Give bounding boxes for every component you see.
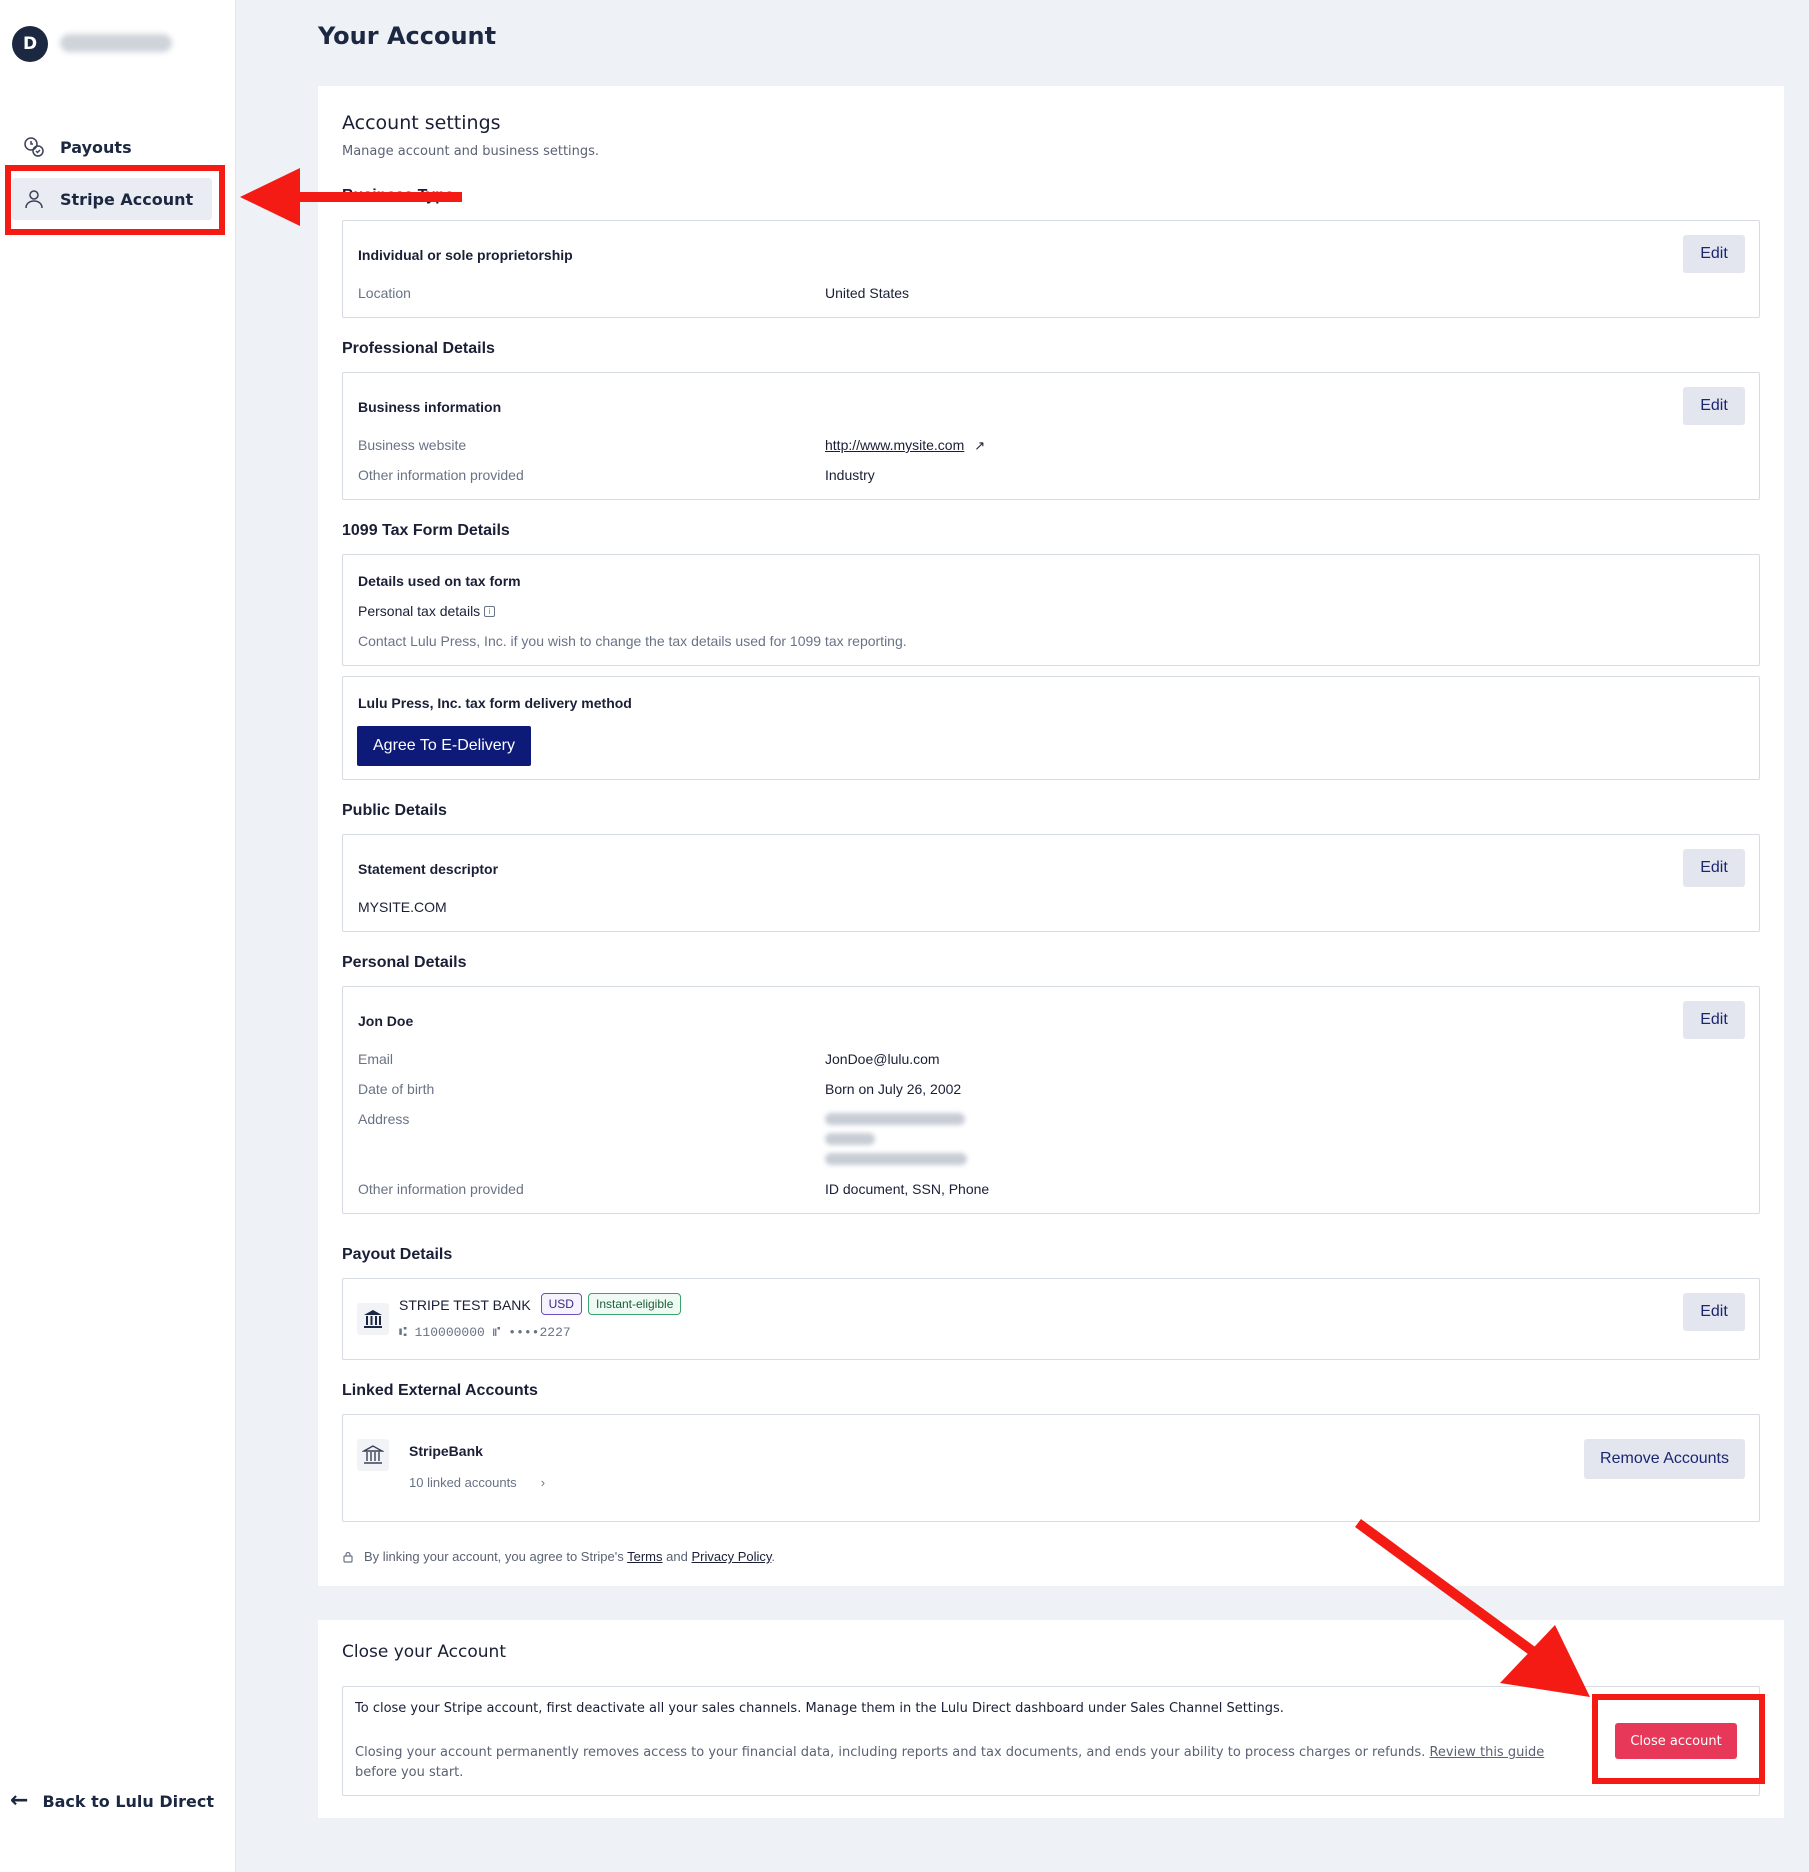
account-settings-title: Account settings	[342, 112, 501, 134]
routing-number: 110000000	[414, 1325, 485, 1340]
tax-delivery-title: Lulu Press, Inc. tax form delivery metho…	[358, 695, 632, 711]
user-name-redacted	[60, 34, 172, 52]
personal-details-heading: Personal Details	[342, 954, 467, 971]
routing-icon: ⑆	[399, 1325, 407, 1340]
avatar[interactable]: D	[12, 26, 48, 62]
personal-tax-details: Personal tax details i	[358, 603, 496, 619]
payout-details-heading: Payout Details	[342, 1246, 453, 1263]
sidebar-item-label: Payouts	[60, 137, 132, 157]
personal-details-card: Jon Doe Edit Email JonDoe@lulu.com Date …	[342, 986, 1760, 1214]
edit-payout-details-button[interactable]: Edit	[1683, 1293, 1745, 1331]
address-line-redacted	[825, 1133, 875, 1145]
public-details-heading: Public Details	[342, 802, 447, 819]
linking-legal-text: By linking your account, you agree to St…	[342, 1549, 775, 1564]
address-line-redacted	[825, 1153, 967, 1165]
linked-accounts-toggle[interactable]: 10 linked accounts ›	[409, 1475, 545, 1490]
professional-details-heading: Professional Details	[342, 340, 495, 357]
arrow-left-icon: ←	[10, 1788, 29, 1813]
public-details-card: Statement descriptor Edit MYSITE.COM	[342, 834, 1760, 932]
review-guide-link[interactable]: Review this guide	[1429, 1745, 1544, 1760]
payout-account-numbers: ⑆ 110000000 ⑈ ••••2227	[399, 1325, 571, 1340]
annotation-arrow-left-icon	[240, 168, 462, 226]
edit-business-type-button[interactable]: Edit	[1683, 235, 1745, 273]
linked-bank-name: StripeBank	[409, 1443, 483, 1459]
tax-details-card: Details used on tax form Personal tax de…	[342, 554, 1760, 666]
personal-other-value: ID document, SSN, Phone	[825, 1181, 990, 1197]
annotation-arrow-down-right-icon	[1355, 1518, 1590, 1697]
payout-details-card: STRIPE TEST BANK USD Instant-eligible ⑆ 1…	[342, 1278, 1760, 1360]
location-label: Location	[358, 285, 411, 301]
lock-icon	[343, 1551, 353, 1563]
dob-label: Date of birth	[358, 1081, 435, 1097]
legal-prefix: By linking your account, you agree to St…	[364, 1549, 624, 1564]
instant-eligible-badge: Instant-eligible	[587, 1293, 682, 1315]
payouts-icon	[22, 135, 46, 159]
account-settings-subtitle: Manage account and business settings.	[342, 144, 600, 159]
annotation-highlight-box	[1592, 1694, 1765, 1784]
close-warning-text: Closing your account permanently removes…	[355, 1745, 1426, 1760]
edit-professional-details-button[interactable]: Edit	[1683, 387, 1745, 425]
page-title: Your Account	[318, 22, 497, 50]
tax-details-title: Details used on tax form	[358, 573, 521, 589]
business-website-value: http://www.mysite.com ↗	[825, 437, 985, 454]
email-label: Email	[358, 1051, 394, 1067]
agree-e-delivery-button[interactable]: Agree To E-Delivery	[357, 726, 531, 766]
info-icon[interactable]: i	[484, 606, 496, 617]
tax-contact-text: Contact Lulu Press, Inc. if you wish to …	[358, 633, 907, 649]
personal-tax-label: Personal tax details	[358, 603, 481, 619]
other-info-label: Other information provided	[358, 467, 524, 483]
payout-bank-row: STRIPE TEST BANK USD Instant-eligible	[399, 1293, 682, 1315]
business-website-link[interactable]: http://www.mysite.com	[825, 437, 964, 453]
business-type-card: Individual or sole proprietorship Edit L…	[342, 220, 1760, 318]
close-account-instructions: To close your Stripe account, first deac…	[355, 1701, 1284, 1716]
terms-link[interactable]: Terms	[627, 1549, 662, 1564]
business-type-value: Individual or sole proprietorship	[358, 247, 573, 263]
remove-accounts-button[interactable]: Remove Accounts	[1584, 1439, 1745, 1479]
account-number: ••••2227	[508, 1325, 571, 1340]
location-value: United States	[825, 285, 910, 301]
bank-icon	[357, 1303, 389, 1335]
business-information-title: Business information	[358, 399, 502, 415]
close-warning-suffix: before you start.	[355, 1765, 464, 1780]
person-name: Jon Doe	[358, 1013, 414, 1029]
account-settings-panel: Account settings Manage account and busi…	[318, 86, 1784, 1586]
address-label: Address	[358, 1111, 410, 1127]
currency-badge: USD	[540, 1293, 582, 1315]
account-icon: ⑈	[492, 1325, 501, 1340]
tax-delivery-card: Lulu Press, Inc. tax form delivery metho…	[342, 676, 1760, 780]
privacy-policy-link[interactable]: Privacy Policy	[691, 1549, 771, 1564]
bank-outline-icon	[357, 1439, 389, 1471]
dob-value: Born on July 26, 2002	[825, 1081, 962, 1097]
chevron-right-icon: ›	[540, 1475, 546, 1490]
payout-bank-name: STRIPE TEST BANK	[399, 1297, 531, 1313]
edit-public-details-button[interactable]: Edit	[1683, 849, 1745, 887]
professional-details-card: Business information Edit Business websi…	[342, 372, 1760, 500]
back-to-lulu-direct-link[interactable]: ← Back to Lulu Direct	[10, 1790, 214, 1812]
business-website-label: Business website	[358, 437, 467, 453]
linked-count: 10 linked accounts	[409, 1475, 517, 1490]
close-account-title: Close your Account	[342, 1642, 506, 1662]
tax-form-heading: 1099 Tax Form Details	[342, 522, 510, 539]
back-link-label: Back to Lulu Direct	[42, 1791, 215, 1811]
annotation-highlight-box	[5, 165, 225, 235]
legal-suffix: .	[771, 1549, 776, 1564]
other-info-value: Industry	[825, 467, 875, 483]
email-value: JonDoe@lulu.com	[825, 1051, 940, 1067]
linked-accounts-card: StripeBank 10 linked accounts › Remove A…	[342, 1414, 1760, 1522]
close-account-warning: Closing your account permanently removes…	[355, 1743, 1585, 1783]
legal-and: and	[666, 1549, 688, 1564]
edit-personal-details-button[interactable]: Edit	[1683, 1001, 1745, 1039]
statement-descriptor-title: Statement descriptor	[358, 861, 499, 877]
external-link-icon[interactable]: ↗	[974, 438, 985, 454]
linked-accounts-heading: Linked External Accounts	[342, 1382, 538, 1399]
sidebar: D Payouts Stripe Account ← Back to Lulu …	[0, 0, 236, 1872]
statement-descriptor-value: MYSITE.COM	[358, 899, 447, 915]
personal-other-label: Other information provided	[358, 1181, 524, 1197]
address-line-redacted	[825, 1113, 965, 1125]
sidebar-item-payouts[interactable]: Payouts	[12, 126, 212, 168]
